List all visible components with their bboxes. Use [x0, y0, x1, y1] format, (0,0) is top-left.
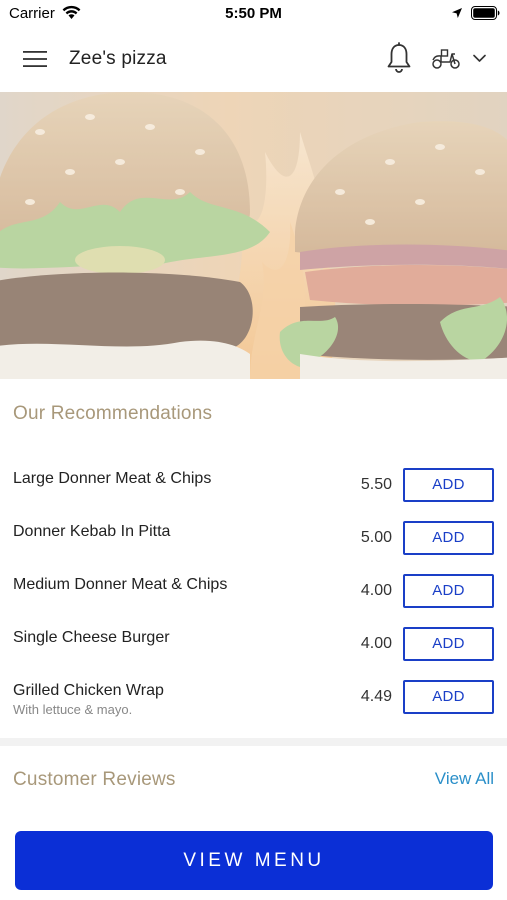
item-name: Single Cheese Burger: [13, 629, 170, 646]
battery-icon: [471, 6, 500, 20]
add-button[interactable]: ADD: [403, 680, 494, 714]
item-name: Large Donner Meat & Chips: [13, 470, 212, 487]
section-divider: [0, 738, 507, 746]
item-price: 4.49: [360, 688, 392, 705]
list-item: Grilled Chicken Wrap With lettuce & mayo…: [0, 680, 507, 733]
recommendations-title: Our Recommendations: [13, 403, 213, 424]
add-button[interactable]: ADD: [403, 521, 494, 555]
scooter-icon[interactable]: [431, 48, 461, 70]
app-header: Zee's pizza: [0, 28, 507, 92]
list-item: Large Donner Meat & Chips 5.50 ADD: [0, 468, 507, 521]
list-item: Single Cheese Burger 4.00 ADD: [0, 627, 507, 680]
add-button[interactable]: ADD: [403, 468, 494, 502]
reviews-title: Customer Reviews: [13, 769, 176, 790]
item-name: Grilled Chicken Wrap: [13, 682, 164, 699]
item-price: 4.00: [360, 635, 392, 652]
list-item: Donner Kebab In Pitta 5.00 ADD: [0, 521, 507, 574]
app-title: Zee's pizza: [69, 48, 167, 69]
bell-icon[interactable]: [386, 42, 412, 74]
list-item: Medium Donner Meat & Chips 4.00 ADD: [0, 574, 507, 627]
hero-banner-image: [0, 92, 507, 379]
status-time: 5:50 PM: [225, 5, 282, 22]
item-price: 5.50: [360, 476, 392, 493]
view-menu-button[interactable]: VIEW MENU: [15, 831, 493, 890]
item-name: Donner Kebab In Pitta: [13, 523, 171, 540]
item-price: 5.00: [360, 529, 392, 546]
item-name: Medium Donner Meat & Chips: [13, 576, 228, 593]
menu-icon[interactable]: [23, 50, 47, 68]
item-price: 4.00: [360, 582, 392, 599]
burger-illustration: [0, 92, 507, 379]
view-all-reviews-link[interactable]: View All: [435, 769, 494, 789]
location-arrow-icon: [452, 8, 462, 18]
item-description: With lettuce & mayo.: [13, 702, 133, 717]
status-bar: Carrier 5:50 PM: [0, 0, 507, 28]
chevron-down-icon[interactable]: [473, 54, 486, 63]
add-button[interactable]: ADD: [403, 627, 494, 661]
add-button[interactable]: ADD: [403, 574, 494, 608]
